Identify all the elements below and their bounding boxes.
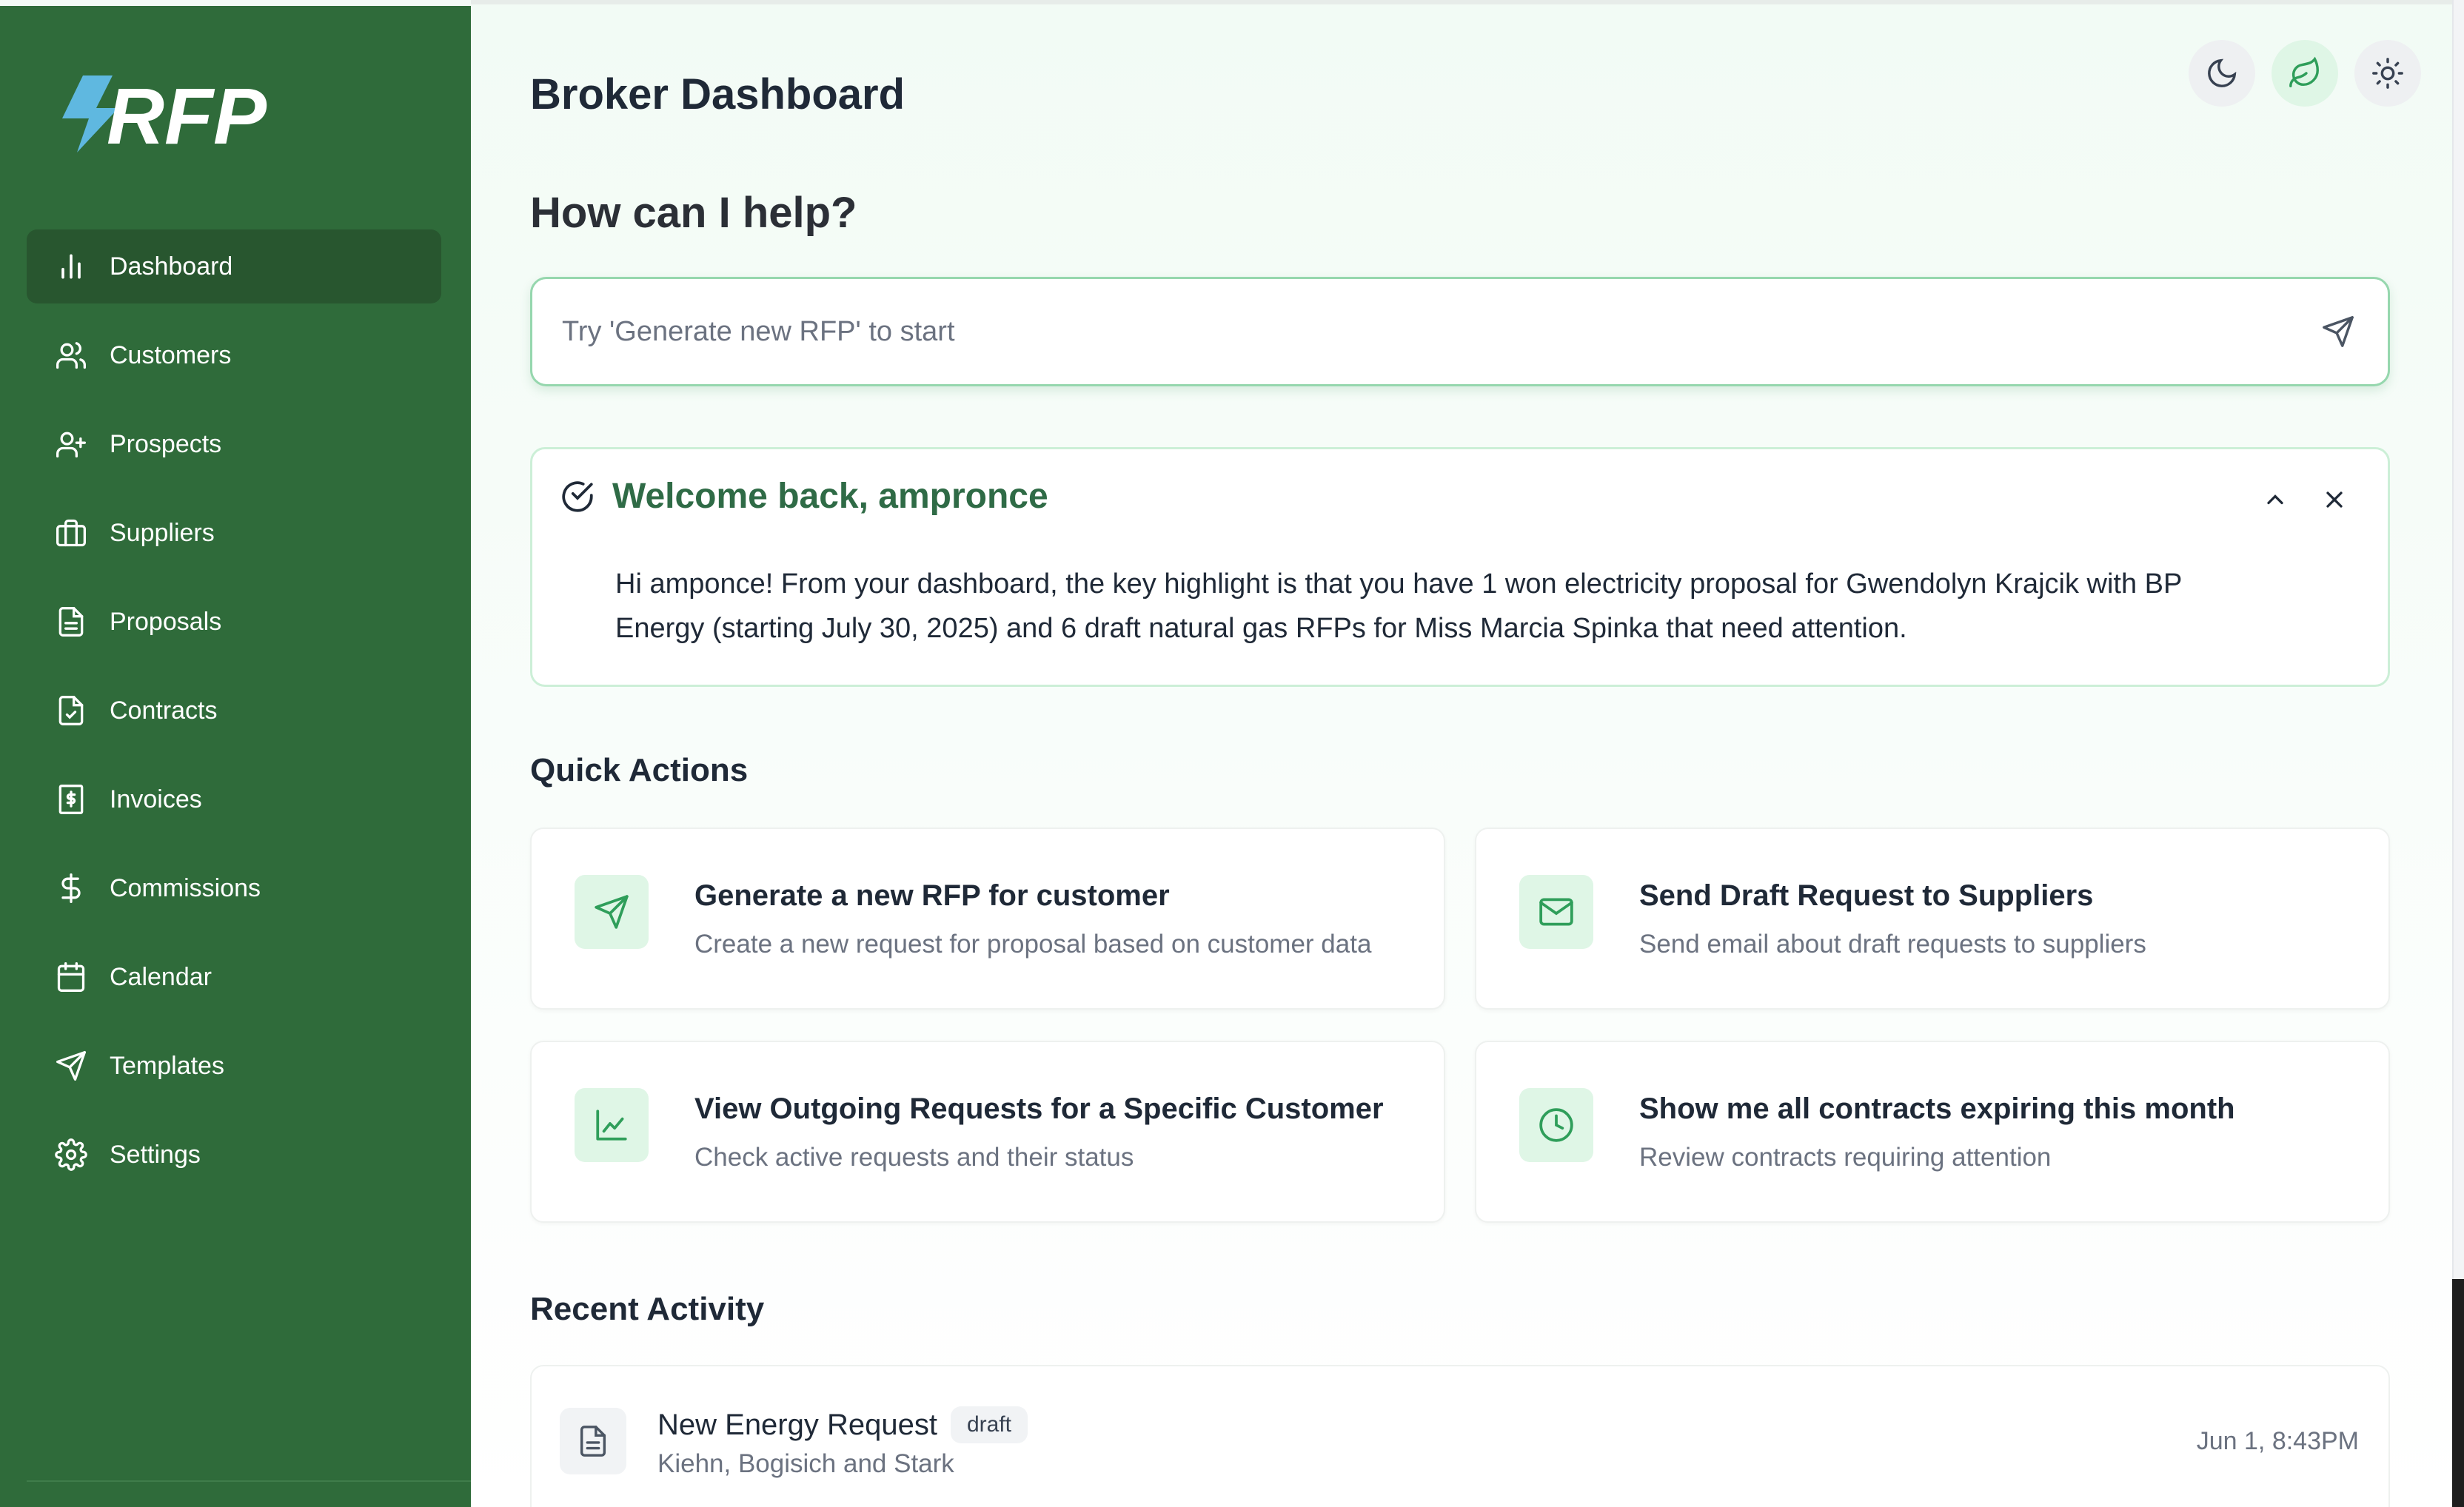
- sidebar-item-label: Prospects: [110, 429, 222, 458]
- assistant-prompt-box: [530, 277, 2390, 386]
- recent-activity-title: Recent Activity: [530, 1291, 765, 1327]
- quick-actions-title: Quick Actions: [530, 752, 749, 788]
- rfp-logo[interactable]: RFP: [55, 70, 307, 161]
- sidebar-item-dashboard[interactable]: Dashboard: [27, 229, 441, 303]
- light-theme-button[interactable]: [2354, 40, 2421, 107]
- sun-icon: [2372, 58, 2403, 89]
- action-icon: [1519, 875, 1593, 949]
- logo-text: RFP: [107, 71, 267, 158]
- chevron-up-icon: [2267, 494, 2283, 505]
- sidebar-item-label: Customers: [110, 340, 232, 369]
- assistant-input[interactable]: [562, 315, 2318, 348]
- welcome-header: Welcome back, ampronce: [559, 476, 1048, 517]
- action-icon: [575, 875, 649, 949]
- sidebar-item-label: Commissions: [110, 873, 261, 902]
- sidebar-item-suppliers[interactable]: Suppliers: [27, 496, 441, 570]
- mail-icon: [1539, 898, 1573, 926]
- welcome-message: Hi amponce! From your dashboard, the key…: [615, 568, 2182, 644]
- quick-action-expiring-contracts[interactable]: Show me all contracts expiring this mont…: [1475, 1041, 2390, 1223]
- gear-icon: [55, 1138, 87, 1171]
- action-title: Show me all contracts expiring this mont…: [1639, 1093, 2235, 1125]
- sidebar-item-label: Settings: [110, 1140, 201, 1169]
- send-icon: [595, 895, 629, 929]
- sidebar-item-label: Contracts: [110, 696, 218, 725]
- welcome-title: Welcome back, ampronce: [612, 477, 1048, 516]
- line-chart-icon: [596, 1110, 627, 1141]
- sidebar-item-label: Dashboard: [110, 252, 233, 281]
- activity-item[interactable]: New Energy Request draft Kiehn, Bogisich…: [530, 1365, 2390, 1507]
- users-icon: [55, 339, 87, 372]
- quick-action-generate-rfp[interactable]: Generate a new RFP for customer Create a…: [530, 828, 1445, 1010]
- calendar-icon: [55, 961, 87, 993]
- background-window-edge: [2452, 1279, 2464, 1507]
- sidebar-item-customers[interactable]: Customers: [27, 318, 441, 392]
- sidebar-item-contracts[interactable]: Contracts: [27, 674, 441, 748]
- action-description: Create a new request for proposal based …: [694, 930, 1372, 959]
- sidebar-item-label: Invoices: [110, 785, 202, 813]
- check-circle-icon: [562, 480, 593, 512]
- sidebar-item-settings[interactable]: Settings: [27, 1118, 441, 1192]
- sidebar-item-calendar[interactable]: Calendar: [27, 940, 441, 1014]
- action-icon: [1519, 1088, 1593, 1162]
- sidebar-item-proposals[interactable]: Proposals: [27, 585, 441, 659]
- sidebar-item-prospects[interactable]: Prospects: [27, 407, 441, 481]
- bar-chart-icon: [55, 250, 87, 283]
- main-content: Broker Dashboard How can I help? Welcome…: [471, 0, 2464, 1507]
- send-icon: [2323, 316, 2354, 347]
- close-icon: [2326, 491, 2343, 508]
- action-title: Send Draft Request to Suppliers: [1639, 879, 2094, 912]
- sidebar-item-templates[interactable]: Templates: [27, 1029, 441, 1103]
- user-plus-icon: [55, 428, 87, 460]
- dollar-icon: [55, 872, 87, 904]
- file-check-icon: [55, 694, 87, 727]
- green-theme-button[interactable]: [2272, 40, 2338, 107]
- sidebar: RFP Dashboard Customers Prospects Suppli…: [0, 6, 471, 1507]
- file-text-icon: [580, 1426, 606, 1457]
- collapse-button[interactable]: [2259, 483, 2291, 516]
- welcome-card: Welcome back, ampronce Hi amponce! From …: [530, 447, 2390, 687]
- activity-title: New Energy Request: [657, 1408, 937, 1441]
- activity-icon: [560, 1408, 626, 1474]
- activity-title-row: New Energy Request draft: [657, 1406, 1028, 1443]
- sidebar-nav: Dashboard Customers Prospects Suppliers …: [27, 229, 441, 1206]
- theme-switcher: [2189, 40, 2421, 107]
- leaf-icon: [2289, 56, 2319, 87]
- assistant-heading: How can I help?: [530, 189, 857, 237]
- sidebar-item-invoices[interactable]: Invoices: [27, 762, 441, 836]
- sidebar-item-label: Calendar: [110, 962, 212, 991]
- quick-action-view-outgoing[interactable]: View Outgoing Requests for a Specific Cu…: [530, 1041, 1445, 1223]
- sidebar-item-label: Templates: [110, 1051, 224, 1080]
- dark-theme-button[interactable]: [2189, 40, 2255, 107]
- action-description: Review contracts requiring attention: [1639, 1143, 2052, 1172]
- clock-icon: [1539, 1108, 1573, 1142]
- moon-icon: [2208, 58, 2237, 87]
- sidebar-item-label: Proposals: [110, 607, 222, 636]
- briefcase-icon: [55, 517, 87, 549]
- action-title: Generate a new RFP for customer: [694, 879, 1170, 912]
- activity-timestamp: Jun 1, 8:43PM: [2196, 1427, 2359, 1455]
- send-button[interactable]: [2318, 312, 2358, 352]
- close-button[interactable]: [2318, 483, 2351, 516]
- file-text-icon: [55, 605, 87, 638]
- page-title: Broker Dashboard: [530, 70, 905, 118]
- status-badge: draft: [950, 1406, 1028, 1443]
- send-icon: [55, 1050, 87, 1082]
- action-icon: [575, 1088, 649, 1162]
- sidebar-item-commissions[interactable]: Commissions: [27, 851, 441, 925]
- action-description: Send email about draft requests to suppl…: [1639, 930, 2146, 959]
- sidebar-divider: [27, 1480, 471, 1482]
- sidebar-item-label: Suppliers: [110, 518, 215, 547]
- action-title: View Outgoing Requests for a Specific Cu…: [694, 1093, 1384, 1125]
- action-description: Check active requests and their status: [694, 1143, 1134, 1172]
- activity-customer: Kiehn, Bogisich and Stark: [657, 1449, 954, 1478]
- quick-action-send-draft[interactable]: Send Draft Request to Suppliers Send ema…: [1475, 828, 2390, 1010]
- receipt-dollar-icon: [55, 783, 87, 816]
